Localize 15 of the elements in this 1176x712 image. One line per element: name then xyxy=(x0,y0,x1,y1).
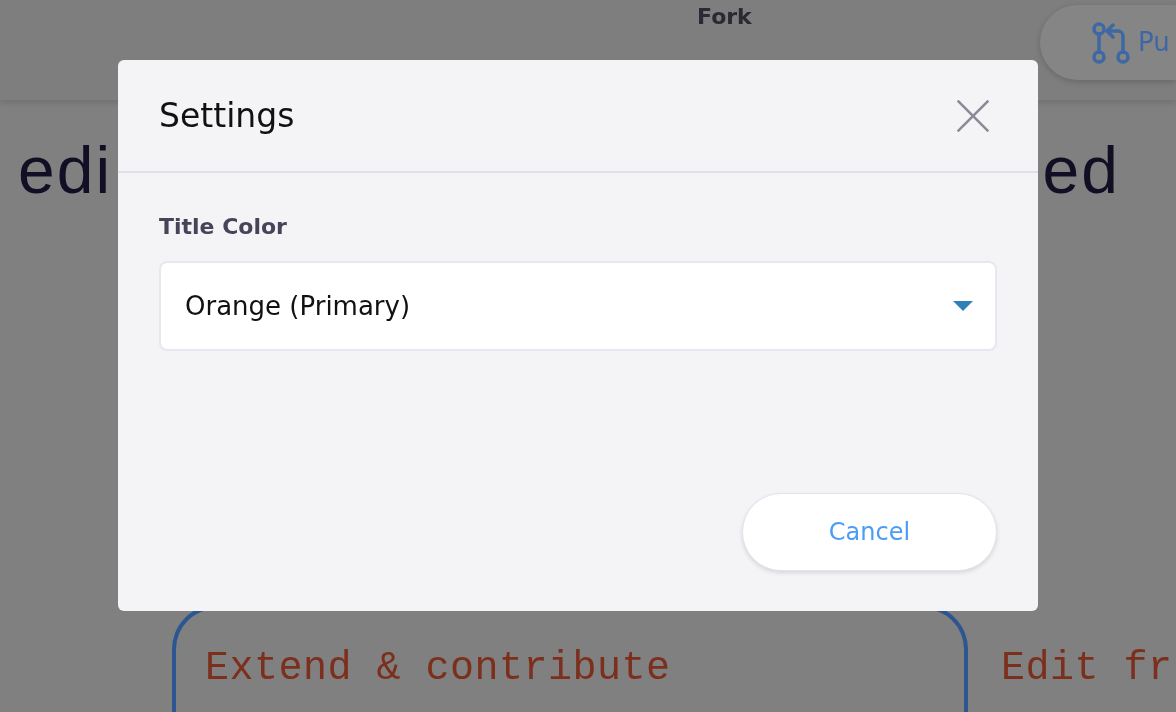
card-title: Edit fr xyxy=(1001,645,1173,693)
caret-icon xyxy=(953,301,973,311)
heading-text: edi xyxy=(18,137,113,203)
feature-card[interactable]: Edit fr xyxy=(968,605,1176,712)
field-label: Title Color xyxy=(159,214,288,240)
close-icon xyxy=(957,99,989,132)
cancel-button[interactable]: Cancel xyxy=(742,493,997,571)
select-field[interactable]: Orange (Primary) xyxy=(159,261,997,351)
card-title: Extend & contribute xyxy=(205,645,672,693)
close-button[interactable] xyxy=(957,99,989,132)
pull-request-icon xyxy=(1092,21,1130,64)
pull-request-button[interactable]: Pu xyxy=(1040,5,1176,80)
dialog-title: Settings xyxy=(159,95,295,136)
heading-text: ed xyxy=(1042,137,1120,203)
fork-label: Fork xyxy=(697,3,752,31)
